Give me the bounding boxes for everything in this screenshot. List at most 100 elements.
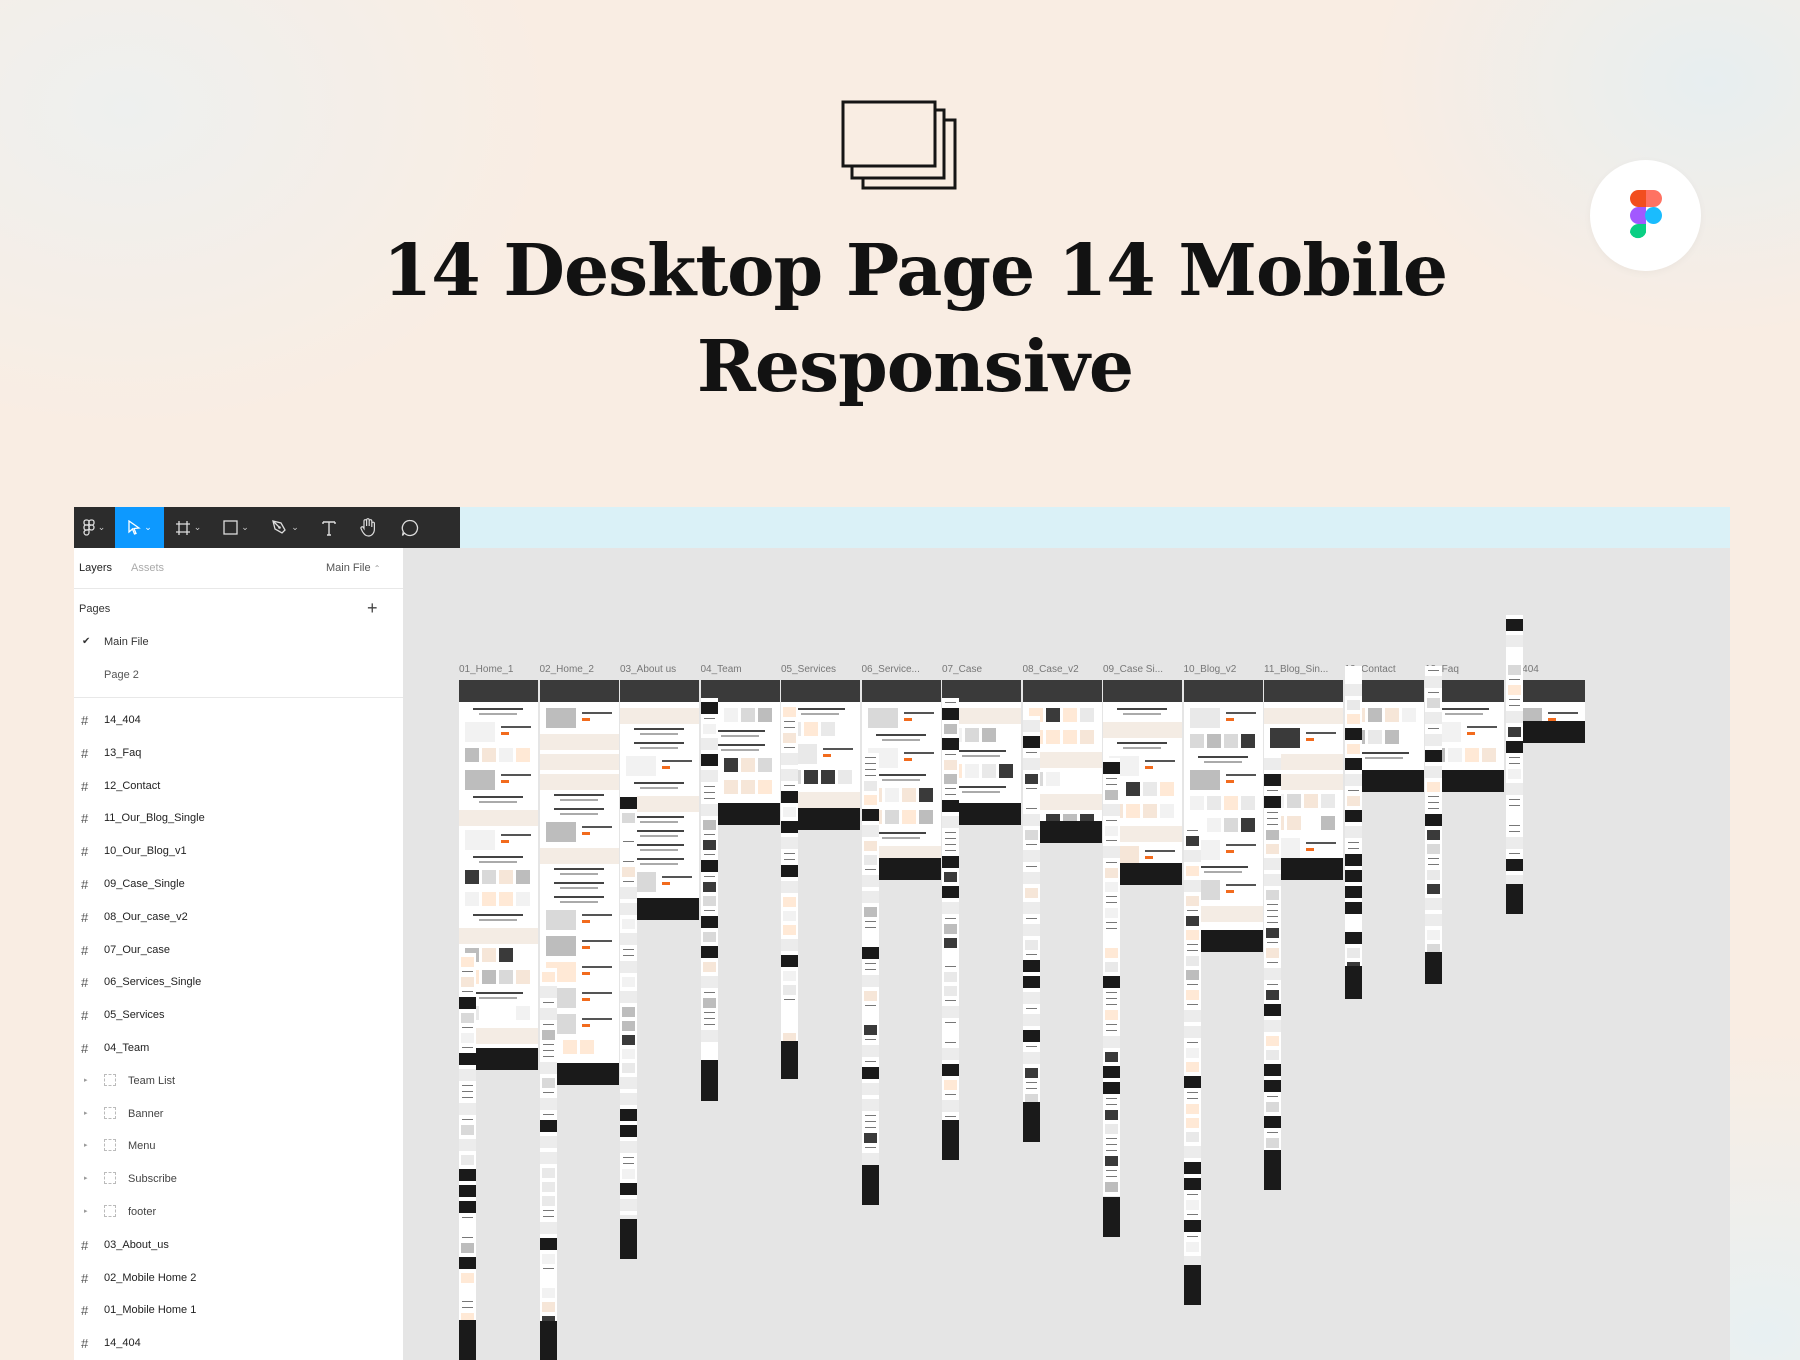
frame-icon: # (81, 1237, 89, 1253)
mobile-frame-thumbnail[interactable] (861, 753, 879, 1205)
frame-label[interactable]: 06_Service... (862, 664, 940, 675)
frame-icon: # (81, 811, 89, 827)
layer-frame-item[interactable]: #09_Case_Single (74, 868, 403, 901)
group-icon (104, 1139, 116, 1152)
frame-icon: # (81, 975, 89, 991)
layer-frame-item[interactable]: #04_Team (74, 1032, 403, 1065)
mobile-frame-thumbnail[interactable] (1183, 826, 1201, 1305)
layer-label: 11_Our_Blog_Single (104, 812, 205, 825)
layer-group-item[interactable]: ▸ footer (74, 1196, 403, 1229)
frame-icon: # (81, 745, 89, 761)
layer-label: 03_About_us (104, 1238, 169, 1251)
comment-tool-icon[interactable] (388, 507, 432, 548)
layer-frame-item[interactable]: #14_404 (74, 704, 403, 737)
frame-icon: # (81, 778, 89, 794)
group-icon (104, 1106, 116, 1119)
layer-group-item[interactable]: ▸ Menu (74, 1130, 403, 1163)
tab-layers[interactable]: Layers (79, 562, 112, 574)
frame-icon: # (81, 1270, 89, 1286)
layer-label: 07_Our_case (104, 943, 171, 956)
expand-arrow-icon[interactable]: ▸ (84, 1109, 88, 1117)
frame-label[interactable]: 08_Case_v2 (1023, 664, 1101, 675)
frame-icon: # (81, 1303, 89, 1319)
tab-assets[interactable]: Assets (131, 562, 164, 574)
frame-label[interactable]: 07_Case (942, 664, 1020, 675)
frame-label[interactable]: 05_Services (781, 664, 859, 675)
check-icon: ✔ (82, 636, 91, 647)
figma-menu-icon[interactable]: ⌄ (74, 507, 114, 548)
frame-label[interactable]: 04_Team (701, 664, 779, 675)
layer-frame-item[interactable]: #14_404 (74, 1327, 403, 1360)
layer-label: 05_Services (104, 1009, 165, 1022)
frame-icon: # (81, 877, 89, 892)
layer-frame-item[interactable]: #08_Our_case_v2 (74, 901, 403, 934)
frame-label[interactable]: 01_Home_1 (459, 664, 537, 675)
layer-label: 14_404 (104, 714, 141, 726)
layer-frame-item[interactable]: #07_Our_case (74, 934, 403, 967)
mobile-frame-thumbnail[interactable] (1103, 758, 1120, 1237)
layer-label: 06_Services_Single (104, 976, 202, 989)
frame-icon: # (81, 1008, 89, 1024)
divider (74, 697, 403, 698)
layer-label: 08_Our_case_v2 (104, 910, 188, 923)
mobile-frame-thumbnail[interactable] (1505, 615, 1523, 914)
mobile-frame-thumbnail[interactable] (942, 698, 959, 1160)
hero-title: 14 Desktop Page 14 Mobile Responsive (382, 228, 1448, 408)
frame-label[interactable]: 09_Case Si... (1103, 664, 1181, 675)
mobile-frame-thumbnail[interactable] (459, 953, 476, 1360)
mobile-frame-thumbnail[interactable] (620, 793, 637, 1259)
layer-group-item[interactable]: ▸ Team List (74, 1065, 403, 1098)
group-icon (104, 1172, 116, 1185)
mobile-frame-thumbnail[interactable] (1264, 754, 1281, 1190)
layer-frame-item[interactable]: #03_About_us (74, 1229, 403, 1262)
figma-editor: ⌄ ⌄ ⌄ ⌄ ⌄ Layers Assets Main File ⌃ Page… (74, 507, 1730, 1360)
add-page-button[interactable]: + (367, 598, 378, 619)
figma-logo-icon (1630, 190, 1662, 239)
layer-frame-item[interactable]: #10_Our_Blog_v1 (74, 835, 403, 868)
layer-frame-item[interactable]: #12_Contact (74, 770, 403, 803)
canvas[interactable]: 01_Home_1 02_Home_2 03_About us 04_Team 05_S… (403, 548, 1730, 1360)
expand-arrow-icon[interactable]: ▸ (84, 1207, 88, 1215)
layer-frame-item[interactable]: #02_Mobile Home 2 (74, 1262, 403, 1295)
layer-label: 14_404 (104, 1337, 141, 1350)
layer-label: Subscribe (128, 1173, 177, 1186)
layer-label: 02_Mobile Home 2 (104, 1271, 197, 1284)
frame-label[interactable]: 10_Blog_v2 (1184, 664, 1262, 675)
stacked-frames-icon (841, 100, 958, 192)
chevron-up-icon: ⌃ (373, 564, 381, 573)
frame-label[interactable]: 11_Blog_Sin... (1264, 664, 1342, 675)
frame-label[interactable]: 02_Home_2 (540, 664, 618, 675)
layer-frame-item[interactable]: #05_Services (74, 999, 403, 1032)
move-tool-icon[interactable]: ⌄ (115, 507, 164, 548)
mobile-frame-thumbnail[interactable] (1425, 666, 1442, 984)
hand-tool-icon[interactable] (348, 507, 388, 548)
group-icon (104, 1073, 116, 1086)
expand-arrow-icon[interactable]: ▸ (84, 1174, 88, 1182)
mobile-frame-thumbnail[interactable] (1344, 666, 1362, 999)
text-tool-icon[interactable] (310, 507, 348, 548)
mobile-frame-thumbnail[interactable] (781, 703, 798, 1079)
layer-frame-item[interactable]: #13_Faq (74, 737, 403, 770)
file-selector[interactable]: Main File ⌃ (326, 562, 380, 574)
layer-label: 09_Case_Single (104, 878, 185, 890)
layer-frame-item[interactable]: #11_Our_Blog_Single (74, 802, 403, 835)
page-item-page-2[interactable]: Page 2 (104, 669, 139, 681)
mobile-frame-thumbnail[interactable] (1022, 716, 1040, 1142)
mobile-frame-thumbnail[interactable] (539, 968, 557, 1360)
pages-heading: Pages (79, 603, 111, 615)
frame-label[interactable]: 03_About us (620, 664, 698, 675)
pen-tool-icon[interactable]: ⌄ (260, 507, 310, 548)
expand-arrow-icon[interactable]: ▸ (84, 1076, 88, 1084)
layer-label: 01_Mobile Home 1 (104, 1304, 197, 1317)
layer-group-item[interactable]: ▸ Banner (74, 1098, 403, 1131)
expand-arrow-icon[interactable]: ▸ (84, 1141, 88, 1149)
layer-label: Menu (128, 1140, 156, 1153)
toolbar-extension (460, 507, 1730, 548)
frame-tool-icon[interactable]: ⌄ (164, 507, 212, 548)
page-item-main-file[interactable]: Main File (104, 636, 149, 648)
layer-frame-item[interactable]: #06_Services_Single (74, 966, 403, 999)
layer-frame-item[interactable]: #01_Mobile Home 1 (74, 1294, 403, 1327)
mobile-frame-thumbnail[interactable] (700, 698, 718, 1101)
layer-group-item[interactable]: ▸ Subscribe (74, 1163, 403, 1196)
shape-tool-icon[interactable]: ⌄ (212, 507, 260, 548)
